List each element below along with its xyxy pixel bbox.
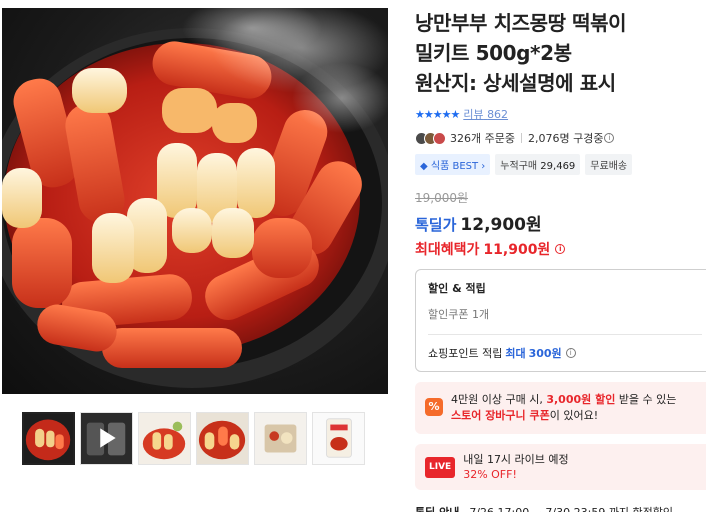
deal-info-row: 톡딜 안내 7/26 17:00 ~ 7/30 23:59 까지 한정할인 [415,504,706,512]
orders-suffix: 개 주문중 [471,132,515,145]
orders-count: 326 [450,131,471,145]
avatar [433,131,446,145]
avatar-group [415,131,446,145]
product-title-line3: 원산지: 상세설명에 표시 [415,71,616,95]
live-line1: 내일 17시 라이브 예정 [463,453,569,466]
info-icon[interactable]: i [565,348,576,358]
cumulative-label: 누적구매 [500,161,538,172]
product-title-line2: 밀키트 500g*2봉 [415,41,572,65]
info-icon[interactable]: i [555,244,566,254]
percent-icon: % [425,398,443,416]
free-shipping-badge: 무료배송 [585,154,633,175]
max-benefit-row: 최대혜택가 11,900원 i [415,239,706,259]
review-link[interactable]: 리뷰 862 [463,106,508,122]
promo-line1-b: 받을 수 있는 [618,393,677,406]
live-schedule-banner[interactable]: LIVE 내일 17시 라이브 예정 32% OFF! [415,444,706,490]
promo-line1-a: 4만원 이상 구매 시, [451,393,543,406]
thumbnail-3[interactable] [138,412,191,465]
original-price: 19,000원 [415,191,469,205]
deal-price-value: 12,900원 [460,215,542,235]
promo-line2-b: 이 있어요! [549,409,599,422]
product-main-image[interactable] [2,8,388,394]
chevron-right-icon: › [481,161,486,172]
benefit-header: 할인 & 적립 [428,282,486,295]
deal-info-label: 톡딜 안내 [415,504,459,512]
max-benefit-label: 최대혜택가 [415,242,480,258]
max-benefit-value: 11,900원 [483,242,551,258]
badge-row: ◆ 식품 BEST › 누적구매 29,469 무료배송 [415,154,706,175]
review-label: 리뷰 [463,108,484,121]
tteokbokki-photo [2,8,388,388]
divider [428,334,702,335]
live-line2: 32% OFF! [463,468,517,481]
promo-text: 4만원 이상 구매 시, 3,000원 할인 받을 수 있는 스토어 장바구니 … [451,392,676,424]
subscribers-count: 2,076 [527,131,560,145]
social-proof-row: 326 개 주문중 2,076 명 구경중 i [415,130,706,146]
product-title-line1: 낭만부부 치즈몽땅 떡볶이 [415,11,627,35]
review-count: 862 [487,108,509,121]
product-info: 낭만부부 치즈몽땅 떡볶이 밀키트 500g*2봉 원산지: 상세설명에 표시 … [415,8,706,512]
benefit-box[interactable]: 할인 & 적립 할인쿠폰 1개 쇼핑포인트 적립 최대 300원 i [415,269,706,372]
cumulative-badge: 누적구매 29,469 [495,154,581,175]
star-rating-icon: ★★★★★ [415,107,460,121]
point-row: 쇼핑포인트 적립 최대 300원 i [428,345,702,361]
point-max-label: 최대 [505,347,526,360]
thumbnail-1[interactable] [22,412,75,465]
thumbnail-4[interactable] [196,412,249,465]
live-text: 내일 17시 라이브 예정 32% OFF! [463,452,568,482]
promo-line1-highlight: 3,000원 할인 [546,393,616,406]
thumbnail-6[interactable] [312,412,365,465]
deal-info-period: 7/26 17:00 ~ 7/30 23:59 까지 한정할인 [469,504,673,512]
rating-row: ★★★★★ 리뷰 862 [415,106,706,122]
subscribers-suffix: 명 구경중 [559,132,604,145]
thumbnail-5[interactable] [254,412,307,465]
point-label: 쇼핑포인트 적립 [428,347,503,360]
thumbnail-2[interactable] [80,412,133,465]
best-badge-label: 식품 BEST [430,161,479,172]
best-badge[interactable]: ◆ 식품 BEST › [415,154,491,175]
info-icon[interactable]: i [604,133,615,143]
diamond-icon: ◆ [420,161,428,172]
cart-coupon-promo[interactable]: % 4만원 이상 구매 시, 3,000원 할인 받을 수 있는 스토어 장바구… [415,382,706,434]
promo-line2-highlight: 스토어 장바구니 쿠폰 [451,409,550,422]
cumulative-value: 29,469 [540,161,576,172]
thumbnail-strip [22,412,365,465]
deal-price-row: 톡딜가 12,900원 [415,210,706,235]
point-max-value: 300원 [528,347,562,360]
coupon-count: 할인쿠폰 1개 [428,308,490,321]
divider [520,133,522,143]
deal-price-label: 톡딜가 [415,216,457,234]
live-tag: LIVE [425,456,456,478]
